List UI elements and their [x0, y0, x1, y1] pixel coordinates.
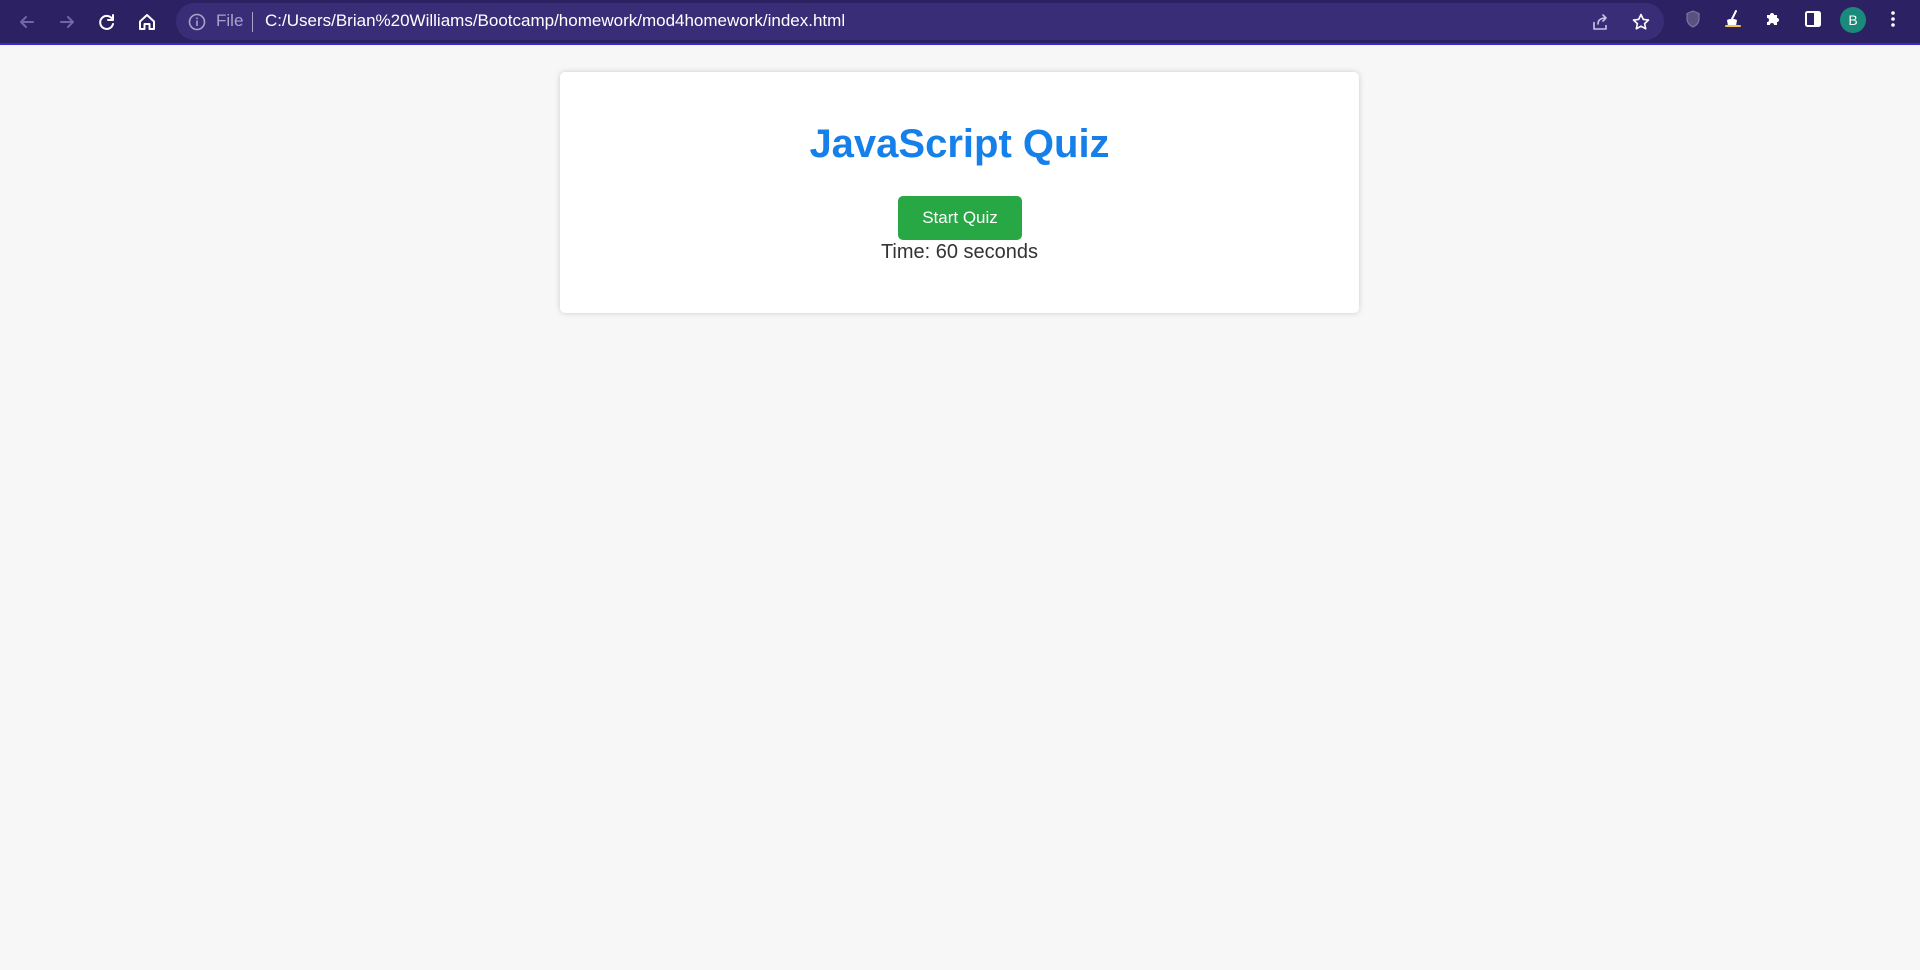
reload-button[interactable]	[90, 5, 124, 39]
shield-icon	[1683, 9, 1703, 34]
url-separator	[252, 12, 253, 32]
browser-toolbar: File C:/Users/Brian%20Williams/Bootcamp/…	[0, 0, 1920, 45]
kebab-menu-icon	[1890, 9, 1896, 34]
url-text[interactable]: C:/Users/Brian%20Williams/Bootcamp/homew…	[265, 11, 845, 31]
share-icon[interactable]	[1590, 12, 1610, 32]
puzzle-icon	[1763, 9, 1783, 34]
home-icon	[137, 12, 157, 32]
broom-extension-button[interactable]	[1720, 8, 1746, 34]
star-icon[interactable]	[1631, 12, 1651, 32]
start-quiz-button[interactable]: Start Quiz	[898, 196, 1022, 240]
address-bar[interactable]: File C:/Users/Brian%20Williams/Bootcamp/…	[176, 3, 1664, 40]
info-icon[interactable]	[188, 13, 206, 31]
arrow-left-icon	[17, 12, 37, 32]
side-panel-icon	[1803, 9, 1823, 34]
side-panel-button[interactable]	[1800, 8, 1826, 34]
back-button[interactable]	[10, 5, 44, 39]
url-scheme-label: File	[216, 11, 244, 30]
arrow-right-icon	[57, 12, 77, 32]
page-title: JavaScript Quiz	[809, 122, 1110, 166]
shield-extension-button[interactable]	[1680, 8, 1706, 34]
browser-menu-button[interactable]	[1883, 8, 1903, 34]
quiz-card: JavaScript Quiz Start Quiz Time: 60 seco…	[560, 72, 1359, 313]
forward-button[interactable]	[50, 5, 84, 39]
profile-avatar[interactable]: B	[1840, 7, 1866, 33]
home-button[interactable]	[130, 5, 164, 39]
reload-icon	[97, 12, 117, 32]
timer-text: Time: 60 seconds	[880, 241, 1039, 263]
broom-icon	[1723, 9, 1743, 34]
extensions-button[interactable]	[1760, 8, 1786, 34]
